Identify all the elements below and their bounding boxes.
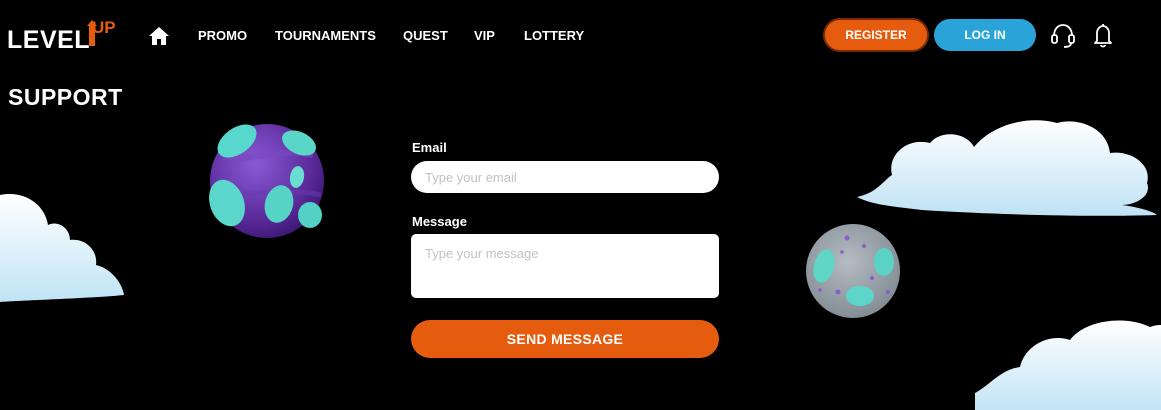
nav-lottery[interactable]: LOTTERY <box>524 28 584 43</box>
message-label: Message <box>412 214 467 229</box>
page-title: SUPPORT <box>8 84 123 110</box>
nav-tournaments[interactable]: TOURNAMENTS <box>275 28 376 43</box>
level-up-logo[interactable]: LEVEL UP <box>7 18 122 58</box>
support-page: LEVEL UP PROMO TOURNAMENTS QUEST VIP LOT… <box>0 0 1161 410</box>
cloud-right-bottom-decoration <box>975 320 1161 410</box>
message-field[interactable] <box>411 234 719 298</box>
logo-text: LEVEL <box>7 26 91 54</box>
send-message-button[interactable]: SEND MESSAGE <box>411 320 719 358</box>
email-field[interactable] <box>411 161 719 193</box>
login-button[interactable]: LOG IN <box>934 19 1036 51</box>
nav-quest[interactable]: QUEST <box>403 28 448 43</box>
register-button[interactable]: REGISTER <box>823 18 929 52</box>
nav-vip[interactable]: VIP <box>474 28 495 43</box>
home-icon[interactable] <box>148 25 170 47</box>
logo-accent-text: UP <box>92 18 116 37</box>
cloud-left-decoration <box>0 194 124 302</box>
headset-icon[interactable] <box>1050 22 1076 48</box>
nav-promo[interactable]: PROMO <box>198 28 247 43</box>
email-label: Email <box>412 140 447 155</box>
cloud-right-top-decoration <box>857 120 1157 216</box>
bell-icon[interactable] <box>1093 22 1113 48</box>
gray-planet-decoration <box>806 224 900 318</box>
purple-planet-decoration <box>209 124 324 238</box>
